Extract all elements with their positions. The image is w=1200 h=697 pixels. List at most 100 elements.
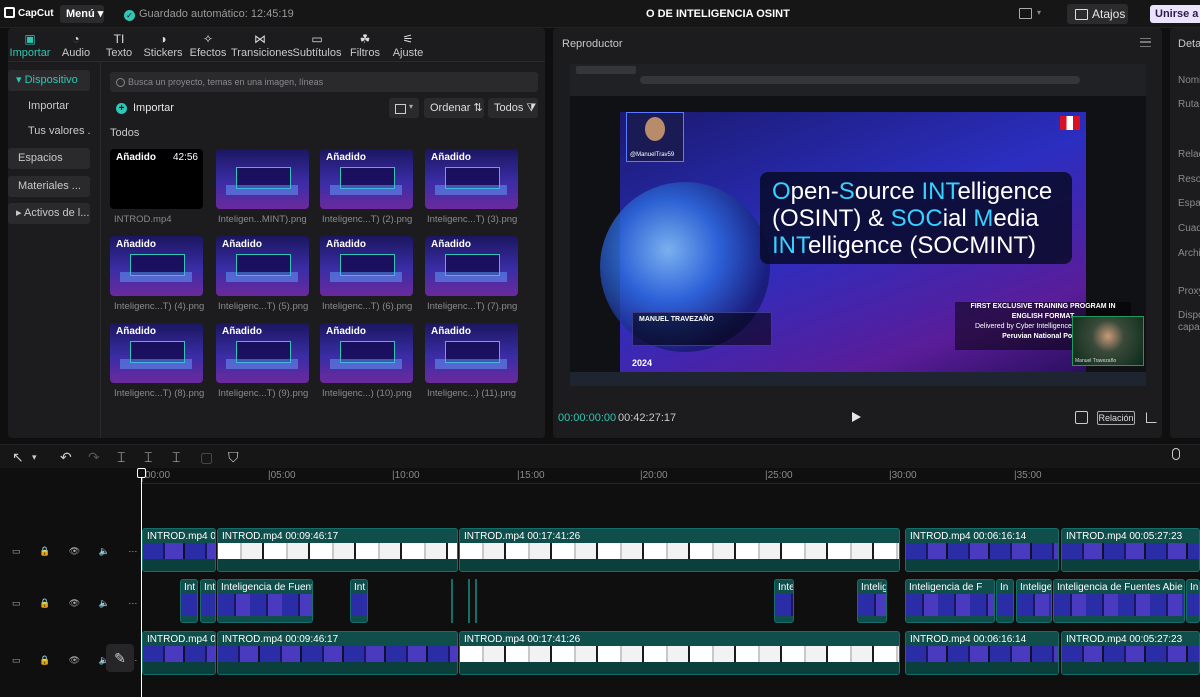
delete-icon[interactable]: ▢: [200, 449, 213, 466]
sort-button[interactable]: Ordenar ⇅: [424, 98, 484, 118]
clip-label: INTROD.mp4 00: [147, 531, 216, 542]
media-thumb[interactable]: Añadido: [216, 236, 309, 296]
join-pro-button[interactable]: Unirse a: [1150, 5, 1200, 23]
sidebar-item-materiales[interactable]: Materiales ...: [8, 176, 90, 197]
sidebar-item-label: Importar: [28, 100, 69, 112]
timeline-clip[interactable]: Inteligencia de F: [905, 579, 995, 623]
media-thumb[interactable]: Añadido: [110, 236, 203, 296]
sidebar-item-tus-valores[interactable]: Tus valores ...: [8, 121, 90, 142]
media-thumb[interactable]: Añadido: [216, 323, 309, 383]
undo-icon[interactable]: ↶: [60, 449, 72, 466]
timeline-clip[interactable]: Inteligencia de Fuente: [217, 579, 313, 623]
sidebar-item-activos[interactable]: ▸ Activos de l...: [8, 203, 90, 224]
media-thumb[interactable]: Añadido: [320, 149, 413, 209]
timeline-clip[interactable]: In: [996, 579, 1014, 623]
clip-marker[interactable]: [451, 579, 453, 623]
microphone-icon[interactable]: [1172, 448, 1180, 460]
tab-texto[interactable]: TI Texto: [100, 28, 138, 62]
play-icon[interactable]: [852, 412, 861, 422]
clip-marker[interactable]: [475, 579, 477, 623]
sidebar-item-importar[interactable]: Importar: [8, 96, 90, 117]
media-thumb[interactable]: Añadido: [425, 323, 518, 383]
layout-chevron-icon[interactable]: ▾: [1037, 8, 1041, 17]
import-button[interactable]: + Importar: [110, 98, 180, 118]
tab-audio[interactable]: ◔ Audio: [56, 28, 96, 62]
fit-screen-icon[interactable]: [1075, 411, 1088, 424]
added-badge: Añadido: [222, 239, 262, 250]
redo-icon[interactable]: ↷: [88, 449, 100, 466]
player-menu-icon[interactable]: [1140, 38, 1151, 47]
video-preview[interactable]: @ManuelTrav59 Open-Source INTelligence (…: [570, 64, 1146, 386]
timeline-clip[interactable]: Inteligencia de Fuentes Abie: [1053, 579, 1185, 623]
tab-filtros[interactable]: ☘ Filtros: [347, 28, 383, 62]
fullscreen-icon[interactable]: [1146, 412, 1157, 423]
clip-marker[interactable]: [468, 579, 470, 623]
select-cursor-icon[interactable]: ↖: [12, 449, 24, 466]
timeline-clip[interactable]: INTROD.mp4 00: [142, 631, 216, 675]
shortcuts-button[interactable]: Atajos: [1067, 4, 1128, 24]
playhead[interactable]: [141, 468, 142, 697]
chevron-down-icon[interactable]: ▾: [32, 452, 37, 463]
split-right-icon[interactable]: ⌶: [172, 449, 180, 466]
title-part: elligence: [957, 178, 1053, 205]
timeline-clip[interactable]: INTROD.mp4 00:05:27:23: [1061, 528, 1200, 572]
media-thumb[interactable]: Añadido: [425, 236, 518, 296]
tab-stickers[interactable]: ◑ Stickers: [142, 28, 184, 62]
timeline-clip[interactable]: In: [1186, 579, 1200, 623]
clip-audio: [218, 662, 457, 674]
timeline-clip[interactable]: Inte: [774, 579, 794, 623]
title-part: INT: [921, 178, 958, 205]
media-thumb[interactable]: Añadido: [110, 323, 203, 383]
tab-transiciones[interactable]: ⋈ Transiciones: [231, 28, 293, 62]
timeline-clip[interactable]: INTROD.mp4 00:06:16:14: [905, 631, 1059, 675]
timeline-clip[interactable]: INTROD.mp4 00:06:16:14: [905, 528, 1059, 572]
media-name: INTROD.mp4: [114, 214, 172, 225]
view-mode-button[interactable]: ▾: [389, 98, 419, 118]
media-thumb[interactable]: Añadido: [320, 323, 413, 383]
sidebar-item-dispositivo[interactable]: ▾ Dispositivo: [8, 70, 90, 91]
media-search-input[interactable]: Busca un proyecto, temas en una imagen, …: [110, 72, 538, 92]
timeline-clip[interactable]: INTROD.mp4 00:17:41:26: [459, 631, 900, 675]
timeline-clip[interactable]: Int: [180, 579, 198, 623]
timeline-clip[interactable]: INTROD.mp4 00:09:46:17: [217, 631, 458, 675]
project-title[interactable]: O DE INTELIGENCIA OSINT: [646, 8, 790, 20]
split-left-icon[interactable]: ⌶: [144, 449, 152, 466]
player-title: Reproductor: [562, 38, 623, 50]
timeline-clip[interactable]: INTROD.mp4 00: [142, 528, 216, 572]
split-icon[interactable]: ⌶: [117, 449, 125, 466]
tab-importar[interactable]: ▣ Importar: [8, 28, 52, 62]
timeline-clip[interactable]: INTROD.mp4 00:05:27:23: [1061, 631, 1200, 675]
media-thumb[interactable]: Añadido: [320, 236, 413, 296]
media-thumb[interactable]: Añadido: [425, 149, 518, 209]
playhead-handle[interactable]: [137, 468, 146, 478]
clip-label: INTROD.mp4 00:06:16:14: [910, 531, 1027, 542]
media-thumb[interactable]: [216, 149, 309, 209]
timeline-clip[interactable]: Intelig: [857, 579, 887, 623]
sidebar-item-label: Dispositivo: [24, 74, 78, 86]
tab-ajuste[interactable]: ⚟ Ajuste: [390, 28, 426, 62]
track-controls[interactable]: ▭ 🔒 👁 🔈 ⋯: [12, 598, 145, 609]
timeline-clip[interactable]: Int: [350, 579, 368, 623]
timeline-clip[interactable]: Intelige: [1016, 579, 1052, 623]
aspect-ratio-button[interactable]: Relación: [1097, 411, 1135, 425]
timeline-clip[interactable]: INTROD.mp4 00:09:46:17: [217, 528, 458, 572]
timeline-clip[interactable]: Int: [200, 579, 216, 623]
track-controls[interactable]: ▭ 🔒 👁 🔈 ⋯: [12, 546, 145, 557]
media-thumb[interactable]: Añadido 42:56: [110, 149, 203, 209]
timeline-clip[interactable]: INTROD.mp4 00:17:41:26: [459, 528, 900, 572]
filter-button[interactable]: Todos ⧩: [488, 98, 538, 118]
autosave-text: Guardado automático: 12:45:19: [139, 8, 294, 20]
tab-subtitulos[interactable]: ▭ Subtítulos: [292, 28, 342, 62]
tab-efectos[interactable]: ✧ Efectos: [188, 28, 228, 62]
shield-icon[interactable]: ⛉: [228, 449, 239, 466]
menu-button[interactable]: Menú ▾: [60, 5, 104, 23]
join-pro-label: Unirse a: [1155, 8, 1199, 20]
details-title: Deta: [1178, 38, 1200, 50]
title-part: M: [973, 205, 994, 232]
details-label: Dispo: [1178, 310, 1200, 321]
edit-cover-icon[interactable]: ✎: [106, 644, 134, 672]
added-badge: Añadido: [326, 239, 366, 250]
layout-icon[interactable]: [1019, 8, 1032, 19]
sidebar-item-espacios[interactable]: Espacios: [8, 148, 90, 169]
import-icon: ▣: [24, 32, 36, 46]
